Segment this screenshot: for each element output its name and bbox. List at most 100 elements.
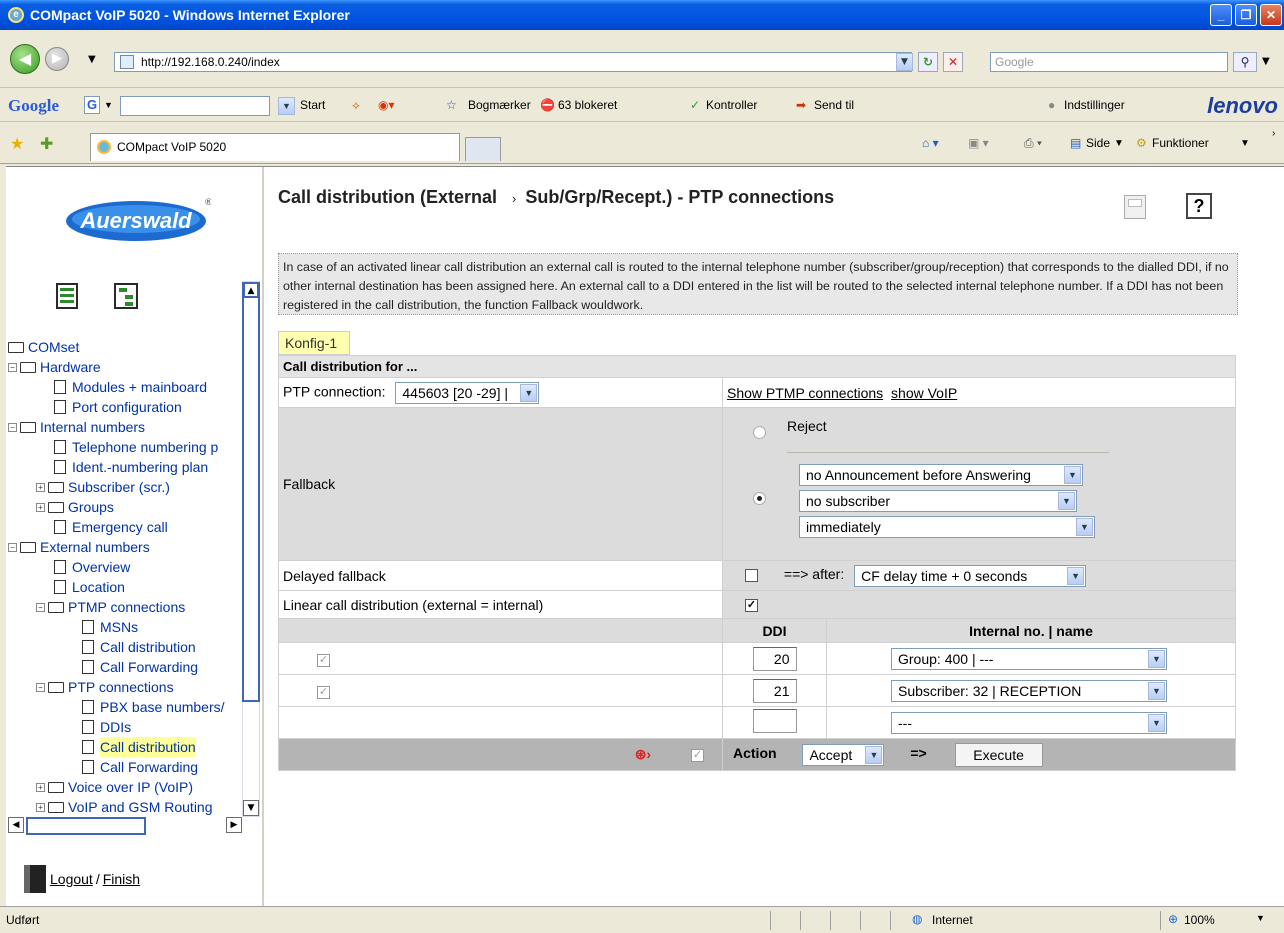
address-input[interactable]: http://192.168.0.240/index <box>114 52 912 72</box>
add-favorite-icon[interactable]: ✚ <box>40 134 53 154</box>
refresh-icon[interactable]: ↻ <box>918 52 938 72</box>
expand-toggle-icon[interactable]: + <box>36 482 45 492</box>
tree-view-icon[interactable] <box>114 283 138 309</box>
finish-link[interactable]: Finish <box>103 871 140 887</box>
tree-item[interactable]: Overview <box>54 557 130 577</box>
page-menu[interactable]: Side <box>1086 136 1110 150</box>
home-icon[interactable]: ⌂ ▾ <box>922 136 939 150</box>
tree-item[interactable]: Location <box>54 577 125 597</box>
search-options-icon[interactable]: ▼ <box>1262 56 1270 67</box>
tree-item[interactable]: − Internal numbers <box>8 417 145 437</box>
pagerank-button-icon[interactable]: ◉▾ <box>378 98 395 112</box>
tree-item[interactable]: Call Forwarding <box>82 657 198 677</box>
row-checkbox[interactable]: ✓ <box>317 686 330 699</box>
toolbar-send-to[interactable]: Send til <box>814 98 854 112</box>
delay-time-select[interactable]: CF delay time + 0 seconds ▼ <box>854 564 1087 587</box>
feeds-icon[interactable]: ▣ ▾ <box>968 136 989 150</box>
toolbar-check[interactable]: Kontroller <box>706 98 757 112</box>
expand-toggle-icon[interactable]: + <box>36 782 45 792</box>
search-icon[interactable]: ⚲ <box>1233 52 1257 72</box>
help-button[interactable]: ? <box>1186 193 1212 219</box>
execute-button[interactable]: Execute <box>954 742 1043 767</box>
expand-toggle-icon[interactable]: − <box>8 542 17 552</box>
scroll-right-arrow-icon[interactable]: ▶ <box>226 817 242 833</box>
scroll-down-arrow-icon[interactable]: ▼ <box>243 800 259 816</box>
tools-menu[interactable]: Funktioner <box>1152 136 1209 150</box>
history-dropdown-icon[interactable]: ▼ <box>88 54 96 65</box>
back-button[interactable]: ◀ <box>10 44 40 74</box>
tree-item[interactable]: Emergency call <box>54 517 168 537</box>
web-search-input[interactable]: Google <box>990 52 1228 72</box>
row-checkbox[interactable]: ✓ <box>317 654 330 667</box>
internal-number-select[interactable]: --- ▼ <box>891 711 1167 734</box>
google-g-button[interactable]: G <box>84 96 100 114</box>
show-ptmp-link[interactable]: Show PTMP connections <box>727 385 883 401</box>
zoom-dropdown-icon[interactable]: ▼ <box>1256 913 1265 923</box>
linear-distribution-checkbox[interactable]: ✓ <box>745 599 758 613</box>
favorites-star-icon[interactable]: ★ <box>10 134 24 154</box>
tree-root[interactable]: COMset <box>8 337 79 357</box>
action-select[interactable]: Accept ▼ <box>802 743 885 766</box>
fallback-subscriber-select[interactable]: no subscriber ▼ <box>799 490 1077 512</box>
announcement-select[interactable]: no Announcement before Answering ▼ <box>799 464 1083 486</box>
toolbar-blocked[interactable]: 63 blokeret <box>558 98 617 112</box>
scroll-up-arrow-icon[interactable]: ▲ <box>243 282 259 298</box>
stop-icon[interactable]: ✕ <box>943 52 963 72</box>
expand-toggle-icon[interactable]: − <box>36 602 45 612</box>
google-search-dropdown-icon[interactable]: ▼ <box>278 97 295 115</box>
print-icon[interactable]: ⎙ ▾ <box>1024 136 1042 151</box>
vertical-scroll-thumb[interactable] <box>242 282 260 702</box>
sidebar-horizontal-scrollbar[interactable]: ◀ ▶ <box>8 817 242 835</box>
internal-number-select[interactable]: Subscriber: 32 | RECEPTION ▼ <box>891 679 1167 702</box>
forward-button[interactable]: ▶ <box>45 47 69 71</box>
expand-toggle-icon[interactable]: − <box>36 682 45 692</box>
chevron-right-icon[interactable]: › <box>1272 128 1275 139</box>
show-voip-link[interactable]: show VoIP <box>891 385 957 401</box>
toolbar-start[interactable]: Start <box>300 98 325 112</box>
select-all-arrow-icon[interactable]: ⊛› <box>635 746 651 762</box>
tree-item[interactable]: − Hardware <box>8 357 101 377</box>
ptp-connection-select[interactable]: 445603 [20 -29] | ▼ <box>395 381 540 404</box>
minimize-button[interactable]: _ <box>1210 4 1232 26</box>
scroll-left-arrow-icon[interactable]: ◀ <box>8 817 24 833</box>
maximize-button[interactable]: ❐ <box>1235 4 1257 26</box>
expand-toggle-icon[interactable]: + <box>36 802 45 812</box>
tree-item[interactable]: − External numbers <box>8 537 150 557</box>
tree-item[interactable]: Call distribution <box>82 737 196 757</box>
select-all-checkbox[interactable]: ✓ <box>691 748 704 762</box>
tree-item[interactable]: − PTMP connections <box>36 597 185 617</box>
list-view-icon[interactable] <box>56 283 78 309</box>
reject-radio[interactable] <box>753 426 766 439</box>
tree-item[interactable]: + Subscriber (scr.) <box>36 477 170 497</box>
google-search-input[interactable] <box>120 96 270 116</box>
tree-item[interactable]: Telephone numbering p <box>54 437 218 457</box>
zoom-level[interactable]: 100% <box>1184 913 1215 927</box>
ddi-input[interactable]: 20 <box>752 646 797 671</box>
fallback-radio[interactable] <box>753 492 766 505</box>
tree-item[interactable]: + Voice over IP (VoIP) <box>36 777 193 797</box>
sidebar-vertical-scrollbar[interactable]: ▲ ▼ <box>242 281 260 817</box>
tree-item[interactable]: + Groups <box>36 497 114 517</box>
tree-item[interactable]: Port configuration <box>54 397 182 417</box>
tree-item[interactable]: PBX base numbers/ <box>82 697 225 717</box>
tree-item[interactable]: Call Forwarding <box>82 757 198 777</box>
expand-toggle-icon[interactable]: − <box>8 422 17 432</box>
tab-compact-voip[interactable]: COMpact VoIP 5020 <box>90 133 460 161</box>
tree-item[interactable]: DDIs <box>82 717 131 737</box>
tree-item[interactable]: Modules + mainboard <box>54 377 207 397</box>
chevron-down-icon[interactable]: ▼ <box>104 100 113 110</box>
tree-item[interactable]: MSNs <box>82 617 138 637</box>
horizontal-scroll-thumb[interactable] <box>26 817 146 835</box>
toolbar-bookmarks[interactable]: Bogmærker <box>468 98 531 112</box>
address-dropdown-icon[interactable]: ▼ <box>896 53 913 71</box>
internal-number-select[interactable]: Group: 400 | --- ▼ <box>891 647 1167 670</box>
ddi-input[interactable]: 21 <box>752 678 797 703</box>
tree-item[interactable]: Call distribution <box>82 637 196 657</box>
save-icon[interactable] <box>1124 195 1146 219</box>
ddi-input[interactable] <box>752 709 797 733</box>
logout-link[interactable]: Logout <box>50 871 93 887</box>
tree-item[interactable]: − PTP connections <box>36 677 174 697</box>
tree-item[interactable]: Ident.-numbering plan <box>54 457 208 477</box>
tree-item[interactable]: + VoIP and GSM Routing <box>36 797 213 817</box>
tab-konfig-1[interactable]: Konfig-1 <box>278 331 350 355</box>
